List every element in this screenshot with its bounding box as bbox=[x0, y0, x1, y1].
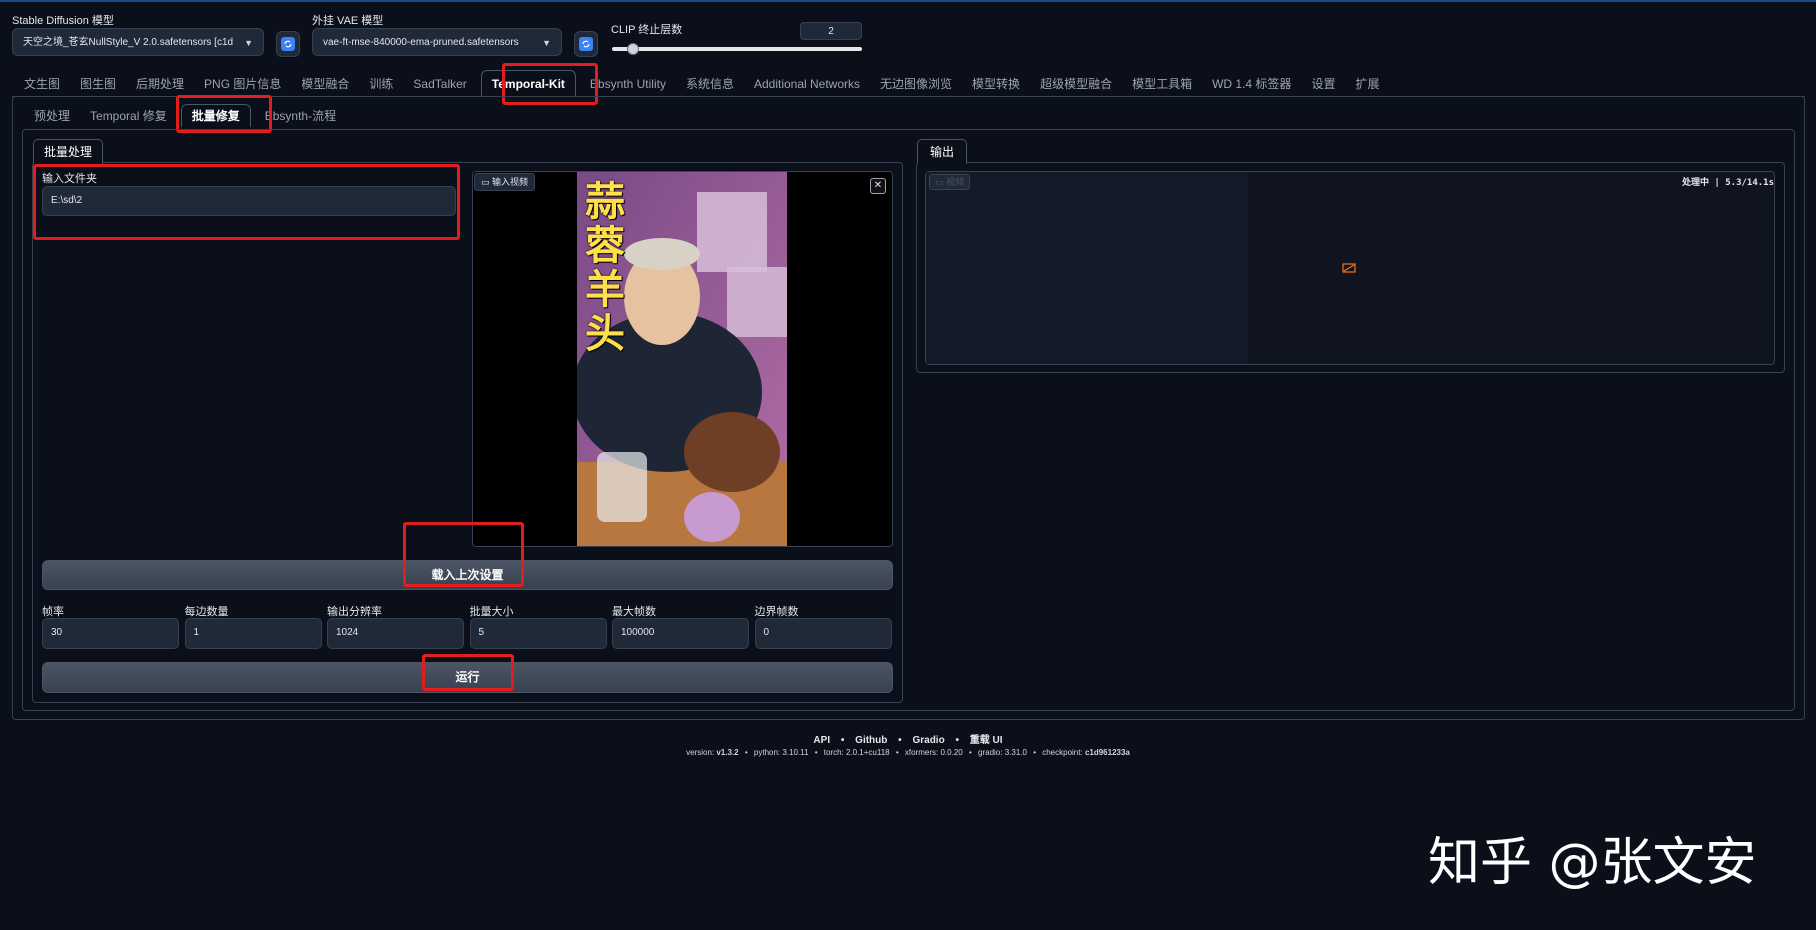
refresh-sd-model-button[interactable] bbox=[276, 31, 300, 57]
footer-link-reload-ui[interactable]: 重载 UI bbox=[970, 735, 1003, 746]
output-video-label: 视频 bbox=[946, 177, 965, 187]
top-accent-line bbox=[0, 0, 1816, 2]
refresh-icon bbox=[579, 37, 593, 51]
param-label-0: 帧率 bbox=[42, 606, 64, 618]
tab-main-11[interactable]: 无边图像浏览 bbox=[870, 71, 962, 97]
tab-main-9[interactable]: 系统信息 bbox=[676, 71, 744, 97]
checkpoint-value: c1d961233a bbox=[1084, 748, 1130, 757]
version-prefix: version: bbox=[686, 748, 717, 757]
tab-main-17[interactable]: 扩展 bbox=[1345, 71, 1389, 97]
sd-model-label: Stable Diffusion 模型 bbox=[12, 15, 114, 27]
footer-versions: version: v1.3.2 • python: 3.10.11 • torc… bbox=[686, 748, 1130, 757]
checkpoint-prefix: checkpoint: bbox=[1042, 748, 1085, 757]
tab-main-4[interactable]: 模型融合 bbox=[291, 71, 359, 97]
xformers-version: xformers: 0.0.20 bbox=[904, 748, 963, 757]
param-input-1[interactable]: 1 bbox=[184, 618, 322, 649]
torch-version: torch: 2.0.1+cu118 bbox=[823, 748, 890, 757]
input-video-badge: ▭ 输入视频 bbox=[474, 173, 536, 191]
param-input-4[interactable]: 100000 bbox=[612, 618, 749, 649]
chevron-down-icon: ▼ bbox=[244, 38, 253, 48]
param-label-2: 输出分辨率 bbox=[327, 606, 382, 618]
param-input-3[interactable]: 5 bbox=[469, 618, 607, 649]
tab-main-2[interactable]: 后期处理 bbox=[126, 71, 194, 97]
param-input-0[interactable]: 30 bbox=[42, 618, 179, 649]
tab-main-8[interactable]: Ebsynth Utility bbox=[580, 71, 676, 97]
sd-model-value: 天空之境_苍玄NullStyle_V 2.0.safetensors [c1d bbox=[23, 37, 234, 48]
vae-dropdown[interactable]: vae-ft-mse-840000-ema-pruned.safetensors… bbox=[312, 28, 562, 56]
tab-main-7[interactable]: Temporal-Kit bbox=[480, 70, 576, 97]
video-icon: ▭ bbox=[935, 177, 944, 187]
tab-main-6[interactable]: SadTalker bbox=[403, 71, 476, 97]
close-video-button[interactable]: ✕ bbox=[870, 178, 886, 194]
close-icon: ✕ bbox=[873, 180, 883, 191]
tab-sub-2[interactable]: 批量修复 bbox=[180, 104, 251, 127]
sub-tab-bar: 预处理 Temporal 修复 批量修复 Ebsynth-流程 bbox=[24, 104, 346, 127]
vae-value: vae-ft-mse-840000-ema-pruned.safetensors bbox=[323, 37, 519, 48]
param-label-1: 每边数量 bbox=[184, 606, 229, 618]
tab-batch-process[interactable]: 批量处理 bbox=[33, 139, 104, 164]
video-icon: ▭ bbox=[481, 177, 490, 187]
load-last-settings-button[interactable]: 载入上次设置 bbox=[42, 560, 893, 590]
tab-main-1[interactable]: 图生图 bbox=[70, 71, 126, 97]
refresh-icon bbox=[281, 37, 295, 51]
vae-label: 外挂 VAE 模型 bbox=[312, 15, 384, 27]
clip-skip-slider[interactable] bbox=[612, 47, 862, 51]
version-value: v1.3.2 bbox=[716, 748, 739, 757]
broken-video-icon bbox=[1342, 261, 1356, 273]
watermark: 知乎 @张文安 bbox=[1428, 833, 1757, 893]
python-version: python: 3.10.11 bbox=[753, 748, 809, 757]
param-input-2[interactable]: 1024 bbox=[327, 618, 464, 649]
video-frame: 蒜蓉羊头 bbox=[577, 172, 787, 546]
param-label-4: 最大帧数 bbox=[612, 606, 656, 618]
tab-sub-3[interactable]: Ebsynth-流程 bbox=[255, 105, 346, 127]
tab-main-13[interactable]: 超级模型融合 bbox=[1030, 71, 1122, 97]
tab-sub-0[interactable]: 预处理 bbox=[24, 105, 80, 127]
sd-model-dropdown[interactable]: 天空之境_苍玄NullStyle_V 2.0.safetensors [c1d … bbox=[12, 28, 264, 56]
clip-skip-label: CLIP 终止层数 bbox=[611, 24, 683, 36]
tab-main-0[interactable]: 文生图 bbox=[14, 71, 70, 97]
param-input-5[interactable]: 0 bbox=[754, 618, 892, 649]
output-video-badge: ▭ 视频 bbox=[929, 174, 971, 190]
tab-main-5[interactable]: 训练 bbox=[359, 71, 403, 97]
tab-sub-1[interactable]: Temporal 修复 bbox=[80, 105, 177, 127]
run-button[interactable]: 运行 bbox=[42, 662, 893, 693]
footer-link-gradio[interactable]: Gradio bbox=[912, 735, 944, 746]
clip-skip-slider-thumb[interactable] bbox=[626, 43, 639, 55]
input-folder-field[interactable]: E:\sd\2 bbox=[42, 186, 456, 216]
clip-skip-input[interactable]: 2 bbox=[800, 22, 862, 40]
tab-main-16[interactable]: 设置 bbox=[1301, 71, 1345, 97]
video-caption: 蒜蓉羊头 bbox=[585, 179, 625, 357]
tab-main-15[interactable]: WD 1.4 标签器 bbox=[1202, 71, 1301, 97]
param-label-5: 边界帧数 bbox=[754, 606, 799, 618]
chevron-down-icon: ▼ bbox=[542, 38, 551, 48]
output-video-left-shade bbox=[926, 172, 1248, 364]
tab-main-12[interactable]: 模型转换 bbox=[962, 71, 1030, 97]
processing-status: 处理中 | 5.3/14.1s bbox=[1682, 178, 1775, 188]
tab-output[interactable]: 输出 bbox=[917, 139, 968, 164]
input-video-label: 输入视频 bbox=[492, 177, 529, 187]
footer-link-github[interactable]: Github bbox=[855, 735, 887, 746]
tab-main-3[interactable]: PNG 图片信息 bbox=[194, 71, 291, 97]
param-label-3: 批量大小 bbox=[469, 606, 514, 618]
gradio-version: gradio: 3.31.0 bbox=[978, 748, 1027, 757]
footer-links: API • Github • Gradio • 重载 UI bbox=[813, 735, 1003, 746]
input-folder-label: 输入文件夹 bbox=[42, 173, 97, 185]
footer-link-api[interactable]: API bbox=[813, 735, 830, 746]
tab-main-10[interactable]: Additional Networks bbox=[744, 71, 870, 97]
tab-main-14[interactable]: 模型工具箱 bbox=[1122, 71, 1202, 97]
main-tab-bar: 文生图 图生图 后期处理 PNG 图片信息 模型融合 训练 SadTalker Tempora… bbox=[14, 70, 1389, 97]
refresh-vae-button[interactable] bbox=[574, 31, 598, 57]
